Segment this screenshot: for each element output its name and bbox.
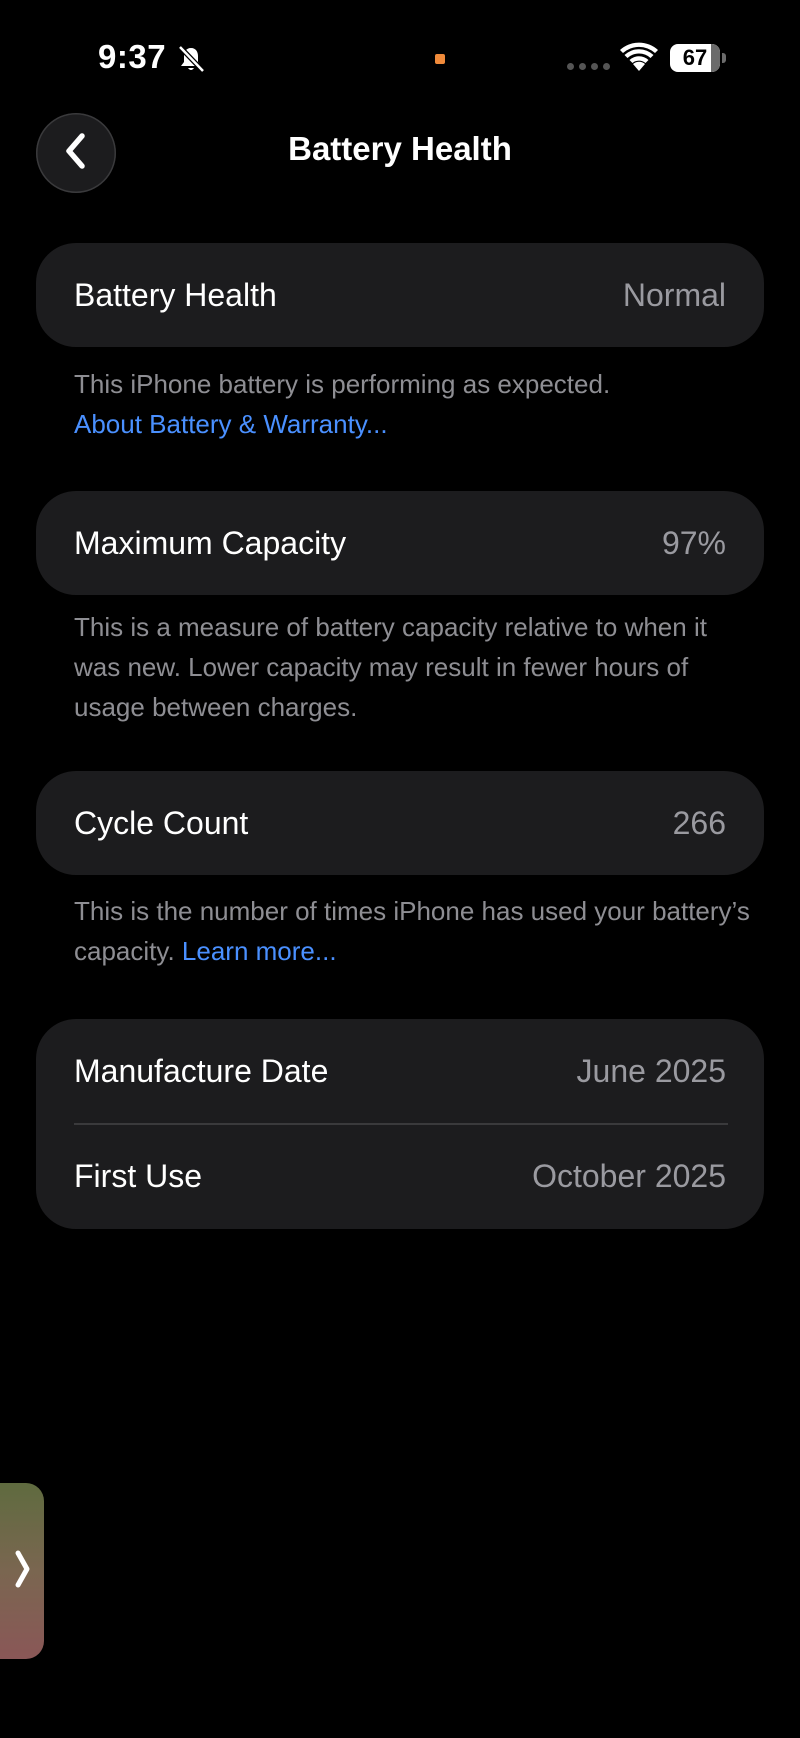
first-use-label: First Use [74, 1158, 202, 1194]
learn-more-link[interactable]: Learn more... [182, 936, 337, 966]
side-pull-tab[interactable] [0, 1483, 44, 1659]
battery-health-row: Battery Health Normal [36, 243, 764, 347]
battery-health-label: Battery Health [74, 276, 277, 313]
battery-level-text: 67 [682, 45, 708, 70]
cellular-signal-icon [567, 63, 610, 70]
first-use-value: October 2025 [532, 1158, 726, 1194]
status-time: 9:37 [98, 38, 167, 75]
maximum-capacity-footnote: This is a measure of battery capacity re… [74, 612, 707, 722]
about-battery-warranty-link[interactable]: About Battery & Warranty... [74, 404, 754, 444]
battery-health-card: Battery Health Normal [36, 243, 764, 347]
battery-health-value: Normal [622, 276, 726, 313]
battery-dates-card: Manufacture Date June 2025 First Use Oct… [36, 1019, 764, 1229]
battery-health-footnote: This iPhone battery is performing as exp… [74, 364, 754, 444]
wifi-icon [620, 42, 658, 72]
page-title: Battery Health [288, 130, 512, 167]
manufacture-date-row: Manufacture Date June 2025 [36, 1019, 764, 1123]
cycle-count-row: Cycle Count 266 [36, 771, 764, 875]
status-bar: 9:37 67 [0, 0, 800, 110]
cycle-count-value: 266 [672, 804, 726, 841]
manufacture-date-label: Manufacture Date [74, 1052, 329, 1089]
manufacture-date-value: June 2025 [576, 1052, 726, 1089]
cycle-count-footnote: This is the number of times iPhone has u… [74, 891, 754, 971]
chevron-right-icon [12, 1547, 32, 1596]
first-use-row: First Use October 2025 [36, 1125, 764, 1229]
recording-indicator-dot [435, 54, 445, 64]
cycle-count-note: This is the number of times iPhone has u… [74, 896, 750, 966]
bell-slash-icon [176, 44, 206, 74]
cycle-count-label: Cycle Count [74, 804, 249, 841]
maximum-capacity-card: Maximum Capacity 97% [36, 491, 764, 595]
battery-health-note: This iPhone battery is performing as exp… [74, 369, 611, 399]
maximum-capacity-value: 97% [661, 524, 726, 561]
cycle-count-card: Cycle Count 266 [36, 771, 764, 875]
maximum-capacity-label: Maximum Capacity [74, 524, 347, 561]
battery-icon: 67 [670, 44, 726, 72]
maximum-capacity-row: Maximum Capacity 97% [36, 491, 764, 595]
